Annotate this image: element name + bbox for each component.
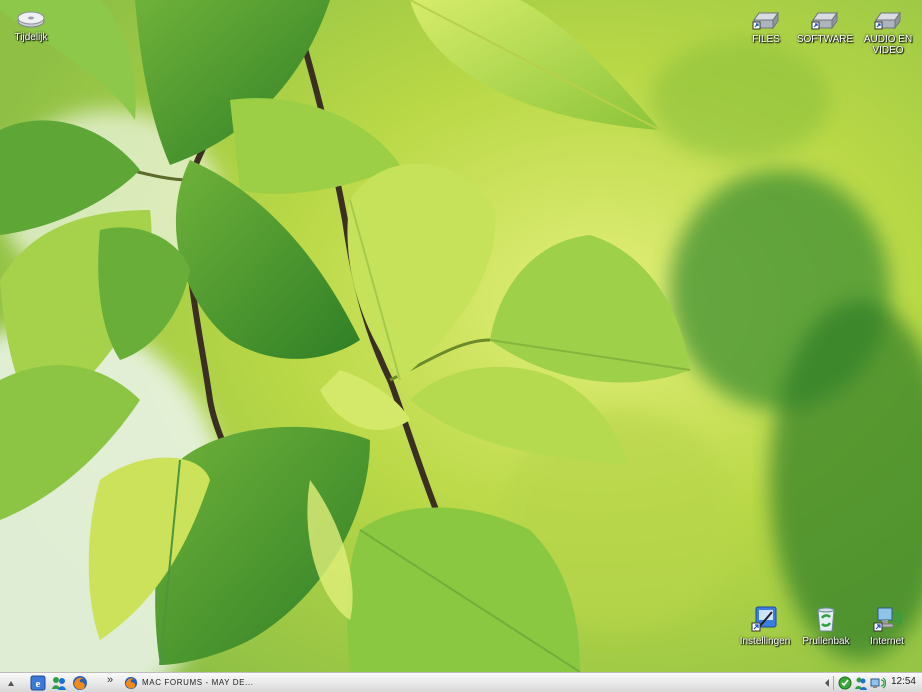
icon-label: AUDIO EN VIDEO	[863, 34, 913, 56]
recycle-bin-icon	[817, 607, 835, 632]
taskbar-button-label: MAC FORUMS - MAY DE...	[142, 678, 254, 687]
drive-shortcut-icon	[811, 11, 838, 30]
desktop[interactable]: Tijdelijk FILES SOFTWARE AUDIO EN VIDEO …	[0, 0, 922, 672]
tray-expand-icon[interactable]	[823, 675, 831, 691]
tray-separator	[833, 676, 834, 690]
icon-label: SOFTWARE	[796, 34, 854, 45]
firefox-icon[interactable]	[72, 675, 88, 691]
firefox-icon	[124, 676, 138, 689]
network-tray-icon[interactable]	[870, 675, 886, 691]
icon-label: Internet	[870, 636, 904, 647]
desktop-icon-audio-en-video[interactable]: AUDIO EN VIDEO	[853, 8, 922, 56]
desktop-icon-instellingen[interactable]: Instellingen	[730, 604, 800, 647]
network-icon	[873, 607, 902, 632]
start-arrow-icon[interactable]	[6, 675, 16, 691]
wallpaper-leaves	[0, 0, 922, 672]
taskbar-button-firefox[interactable]: MAC FORUMS - MAY DE...	[124, 674, 264, 691]
messenger-icon[interactable]	[51, 675, 67, 691]
icon-label: Tijdelijk	[14, 32, 48, 43]
icon-label: Instellingen	[739, 636, 791, 647]
quick-launch-overflow[interactable]: »	[107, 674, 113, 690]
taskbar: e » MAC FORUMS - MAY DE... 12:54	[0, 672, 922, 692]
desktop-icon-tijdelijk[interactable]: Tijdelijk	[0, 6, 66, 43]
icon-label: Prullenbak	[802, 636, 850, 647]
desktop-icon-prullenbak[interactable]: Prullenbak	[791, 604, 861, 647]
svg-text:e: e	[36, 678, 41, 690]
drive-shortcut-icon	[874, 11, 901, 30]
security-tray-icon[interactable]	[838, 675, 852, 691]
control-panel-icon	[751, 606, 777, 632]
removable-drive-icon	[17, 11, 45, 28]
messenger-tray-icon[interactable]	[854, 675, 868, 691]
desktop-icon-internet[interactable]: Internet	[852, 604, 922, 647]
ie-icon[interactable]: e	[30, 675, 46, 691]
clock[interactable]: 12:54	[891, 676, 916, 687]
desktop-icon-software[interactable]: SOFTWARE	[790, 8, 860, 45]
drive-shortcut-icon	[752, 11, 779, 30]
